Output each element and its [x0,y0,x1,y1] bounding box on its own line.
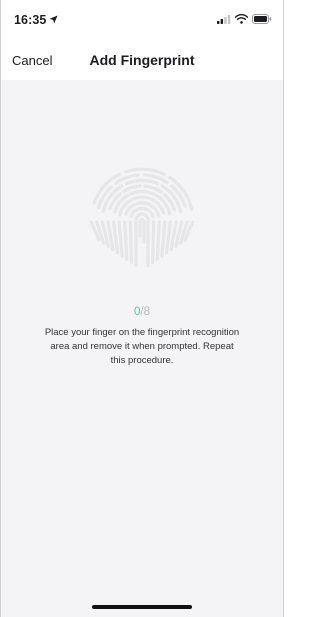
navigation-bar: Cancel Add Fingerprint [0,40,284,80]
instruction-text: Place your finger on the fingerprint rec… [44,327,240,366]
fingerprint-ridge [128,220,133,264]
fingerprint-ridge [160,184,183,214]
status-time-group: 16:35 [14,11,59,29]
cancel-button[interactable]: Cancel [12,53,52,68]
fingerprint-ridge [133,206,143,213]
progress-total: 8 [143,306,150,318]
status-bar: 16:35 [0,0,284,40]
fingerprint-ridge [134,201,152,207]
fingerprint-ridge [140,195,157,203]
frame-edge-right [283,0,284,617]
status-time: 16:35 [14,13,47,27]
fingerprint-icon [89,167,195,268]
fingerprint-ridge [130,190,156,196]
fingerprint-ridge [129,209,136,219]
fingerprint-ridge [126,195,142,204]
status-indicators [217,11,272,29]
fingerprint-ridge [155,220,161,261]
fingerprint-ridge [124,178,160,186]
cellular-signal-icon [217,11,231,29]
wifi-icon [234,11,249,29]
screen: 16:35 Cancel Add Fingerprint 0/8 Place y… [0,0,284,617]
fingerprint-ridge [147,209,155,219]
fingerprint-ridge [160,220,167,258]
fingerprint-ridge [140,206,151,212]
fingerprint-ridge [151,220,156,264]
fingerprint-ridge [123,220,129,261]
fingerprint-ridge [117,220,124,258]
fingerprint-ridge [101,184,124,214]
enrollment-area: 0/8 Place your finger on the fingerprint… [1,80,283,617]
home-indicator[interactable] [92,605,192,609]
fingerprint-ridge [143,213,150,221]
enrollment-progress: 0/8 [1,306,283,318]
location-arrow-icon [49,11,59,29]
fingerprint-core [138,217,146,244]
battery-icon [252,11,272,29]
